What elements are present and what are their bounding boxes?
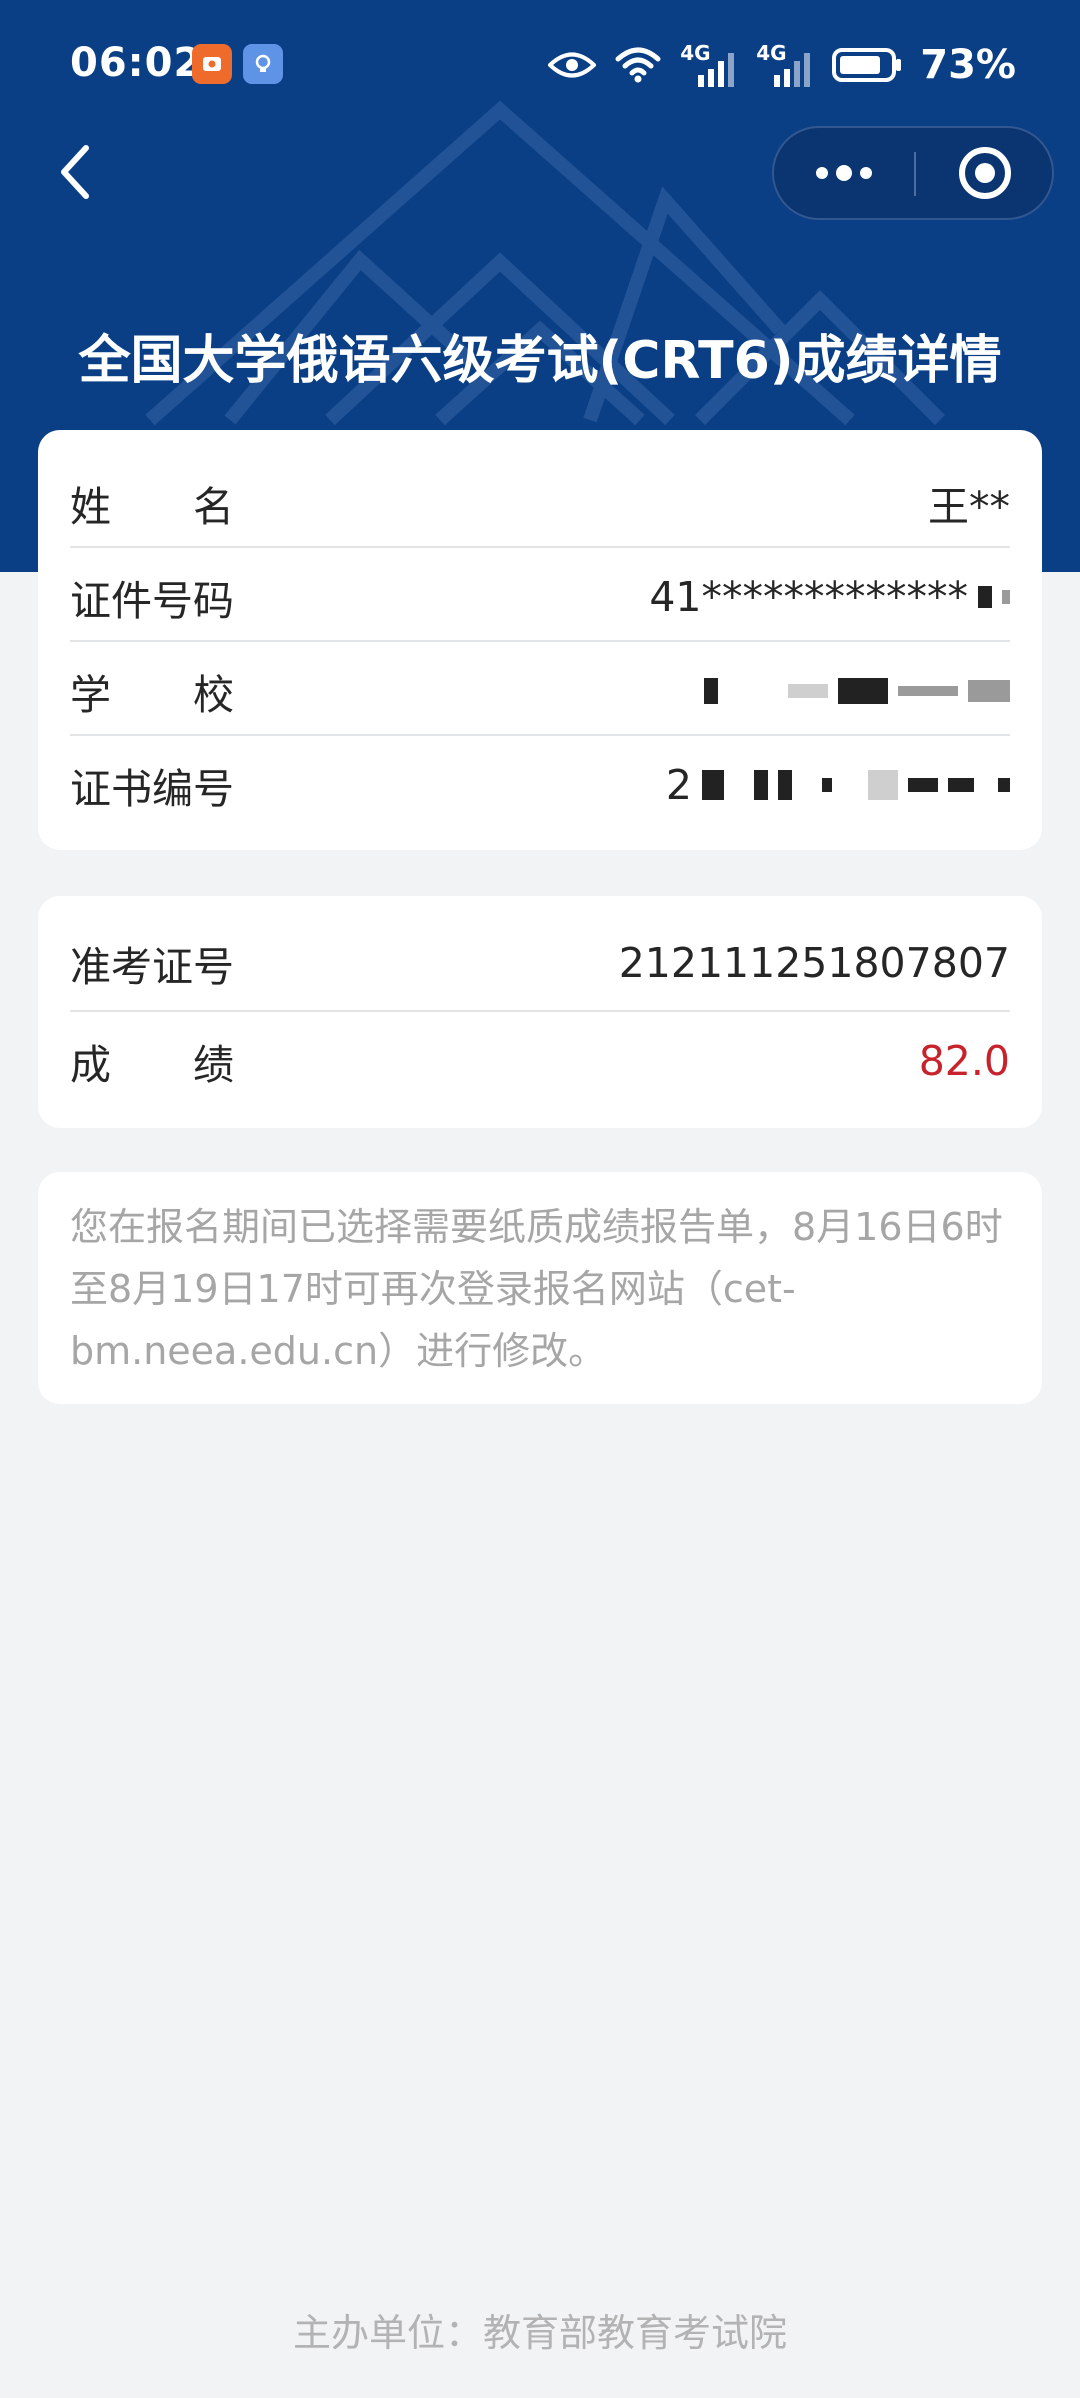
score-value: 82.0	[918, 1037, 1010, 1085]
certificate-label: 证书编号	[70, 765, 234, 813]
battery-icon	[832, 48, 902, 82]
status-bar: 06:02 4G 4G 73%	[0, 0, 1080, 130]
notice-card: 您在报名期间已选择需要纸质成绩报告单，8月16日6时至8月19日17时可再次登录…	[38, 1172, 1042, 1404]
id-row: 证件号码 41*************	[70, 550, 1010, 644]
status-icons: 4G 4G 73%	[548, 40, 1016, 90]
certificate-value-wrapper: 2	[666, 761, 1010, 809]
certificate-value-prefix: 2	[665, 761, 692, 809]
chevron-left-icon	[61, 145, 89, 199]
ticket-row: 准考证号 212111251807807	[70, 916, 1010, 1010]
name-value: 王**	[928, 483, 1010, 531]
certificate-row: 证书编号 2	[70, 738, 1010, 832]
score-label: 成 绩	[70, 1041, 234, 1089]
id-label: 证件号码	[70, 577, 234, 625]
score-row: 成 绩 82.0	[70, 1014, 1010, 1108]
mini-program-capsule	[772, 126, 1054, 220]
battery-percent: 73%	[920, 42, 1016, 88]
score-detail-page: 06:02 4G 4G 73% 全国大学俄语六级考试(CRT6)成绩详情 姓 名…	[0, 0, 1080, 2398]
ticket-value: 212111251807807	[618, 939, 1010, 987]
name-row: 姓 名 王**	[70, 456, 1010, 550]
redaction-block	[1002, 590, 1010, 604]
ticket-label: 准考证号	[70, 943, 234, 991]
more-button[interactable]	[774, 128, 914, 218]
target-close-icon	[959, 147, 1011, 199]
page-title: 全国大学俄语六级考试(CRT6)成绩详情	[78, 331, 1002, 391]
footer-organizer: 主办单位：教育部教育考试院	[292, 2311, 787, 2355]
notification-app-icon-2	[243, 44, 283, 84]
back-button[interactable]	[46, 142, 106, 202]
personal-info-card: 姓 名 王** 证件号码 41************* 学 校 证书编号 2	[38, 430, 1042, 850]
id-value: 41*************	[649, 573, 968, 621]
name-label: 姓 名	[70, 483, 234, 531]
status-time: 06:02	[70, 40, 203, 86]
school-row: 学 校	[70, 644, 1010, 738]
more-dots-icon	[816, 165, 872, 181]
wifi-icon	[615, 47, 661, 83]
school-redacted-value	[704, 678, 1010, 704]
notification-app-icon	[192, 44, 232, 84]
close-mini-program-button[interactable]	[916, 128, 1054, 218]
id-value-wrapper: 41*************	[649, 573, 1010, 621]
row-divider	[70, 546, 1010, 548]
notice-text: 您在报名期间已选择需要纸质成绩报告单，8月16日6时至8月19日17时可再次登录…	[70, 1205, 1003, 1373]
eye-icon	[548, 52, 597, 78]
redaction-block	[978, 586, 992, 608]
row-divider	[70, 640, 1010, 642]
school-label: 学 校	[70, 671, 234, 719]
exam-info-card: 准考证号 212111251807807 成 绩 82.0	[38, 896, 1042, 1128]
row-divider	[70, 1010, 1010, 1012]
signal-4g-icon-2: 4G	[756, 41, 814, 87]
signal-4g-icon: 4G	[680, 41, 738, 87]
row-divider	[70, 734, 1010, 736]
